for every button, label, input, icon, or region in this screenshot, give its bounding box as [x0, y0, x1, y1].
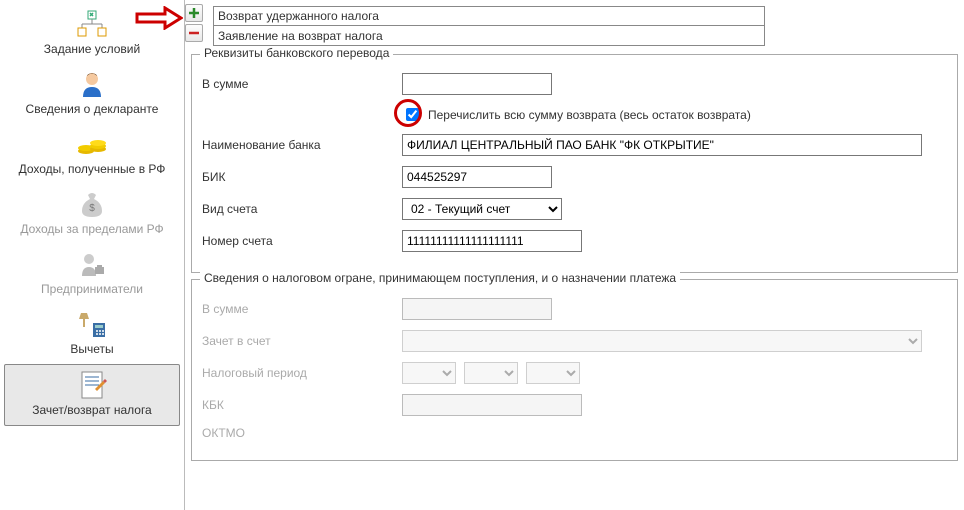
- money-bag-icon: $: [74, 188, 110, 220]
- sidebar-item-label: Предприниматели: [41, 282, 143, 296]
- kbk-label: КБК: [202, 398, 402, 412]
- account-num-input[interactable]: [402, 230, 582, 252]
- sidebar-item-label: Сведения о декларанте: [26, 102, 159, 116]
- sidebar-item-label: Задание условий: [44, 42, 140, 56]
- tax-sum-input: [402, 298, 552, 320]
- sidebar-item-declarant[interactable]: Сведения о декларанте: [4, 64, 180, 124]
- offset-label: Зачет в счет: [202, 334, 402, 348]
- bank-fieldset: Реквизиты банковского перевода В сумме П…: [191, 54, 958, 273]
- period-select-3: [526, 362, 580, 384]
- svg-text:$: $: [89, 203, 95, 214]
- offset-select: [402, 330, 922, 352]
- sidebar-item-label: Доходы за пределами РФ: [20, 222, 163, 236]
- sidebar-item-entrepreneurs: Предприниматели: [4, 244, 180, 304]
- transfer-full-label: Перечислить всю сумму возврата (весь ост…: [428, 108, 751, 122]
- oktmo-label: ОКТМО: [202, 426, 402, 440]
- period-select-2: [464, 362, 518, 384]
- sidebar-item-label: Вычеты: [70, 342, 113, 356]
- tax-sum-label: В сумме: [202, 302, 402, 316]
- bankname-input[interactable]: [402, 134, 922, 156]
- account-type-select[interactable]: 02 - Текущий счет: [402, 198, 562, 220]
- bank-legend: Реквизиты банковского перевода: [200, 46, 393, 60]
- list-row-text: Заявление на возврат налога: [218, 29, 383, 43]
- tree-icon: [74, 8, 110, 40]
- sum-input[interactable]: [402, 73, 552, 95]
- period-select-1: [402, 362, 456, 384]
- add-row-button[interactable]: [185, 4, 203, 22]
- sidebar-item-label: Зачет/возврат налога: [32, 403, 151, 417]
- list-row[interactable]: Возврат удержанного налога: [213, 6, 765, 26]
- bik-input[interactable]: [402, 166, 552, 188]
- list-row[interactable]: Заявление на возврат налога: [213, 26, 765, 46]
- period-label: Налоговый период: [202, 366, 402, 380]
- tax-fieldset: Сведения о налоговом огране, принимающем…: [191, 279, 958, 461]
- bik-label: БИК: [202, 170, 402, 184]
- list-row-text: Возврат удержанного налога: [218, 9, 379, 23]
- document-icon: [74, 369, 110, 401]
- sidebar-item-income-foreign: $ Доходы за пределами РФ: [4, 184, 180, 244]
- sidebar-item-label: Доходы, полученные в РФ: [19, 162, 166, 176]
- sidebar-item-conditions[interactable]: Задание условий: [4, 4, 180, 64]
- account-type-label: Вид счета: [202, 202, 402, 216]
- bankname-label: Наименование банка: [202, 138, 402, 152]
- coins-icon: [74, 128, 110, 160]
- remove-row-button[interactable]: [185, 24, 203, 42]
- sidebar-item-refund[interactable]: Зачет/возврат налога: [4, 364, 180, 426]
- tax-legend: Сведения о налоговом огране, принимающем…: [200, 271, 680, 285]
- sum-label: В сумме: [202, 77, 402, 91]
- sidebar-item-deductions[interactable]: Вычеты: [4, 304, 180, 364]
- main-panel: Возврат удержанного налога Заявление на …: [185, 0, 964, 510]
- businessman-icon: [74, 248, 110, 280]
- sidebar-item-income-rf[interactable]: Доходы, полученные в РФ: [4, 124, 180, 184]
- sidebar: Задание условий Сведения о декларанте: [0, 0, 185, 510]
- deductions-icon: [74, 308, 110, 340]
- kbk-input: [402, 394, 582, 416]
- list-controls: Возврат удержанного налога Заявление на …: [185, 0, 964, 50]
- person-icon: [74, 68, 110, 100]
- account-num-label: Номер счета: [202, 234, 402, 248]
- transfer-full-checkbox[interactable]: [406, 108, 419, 121]
